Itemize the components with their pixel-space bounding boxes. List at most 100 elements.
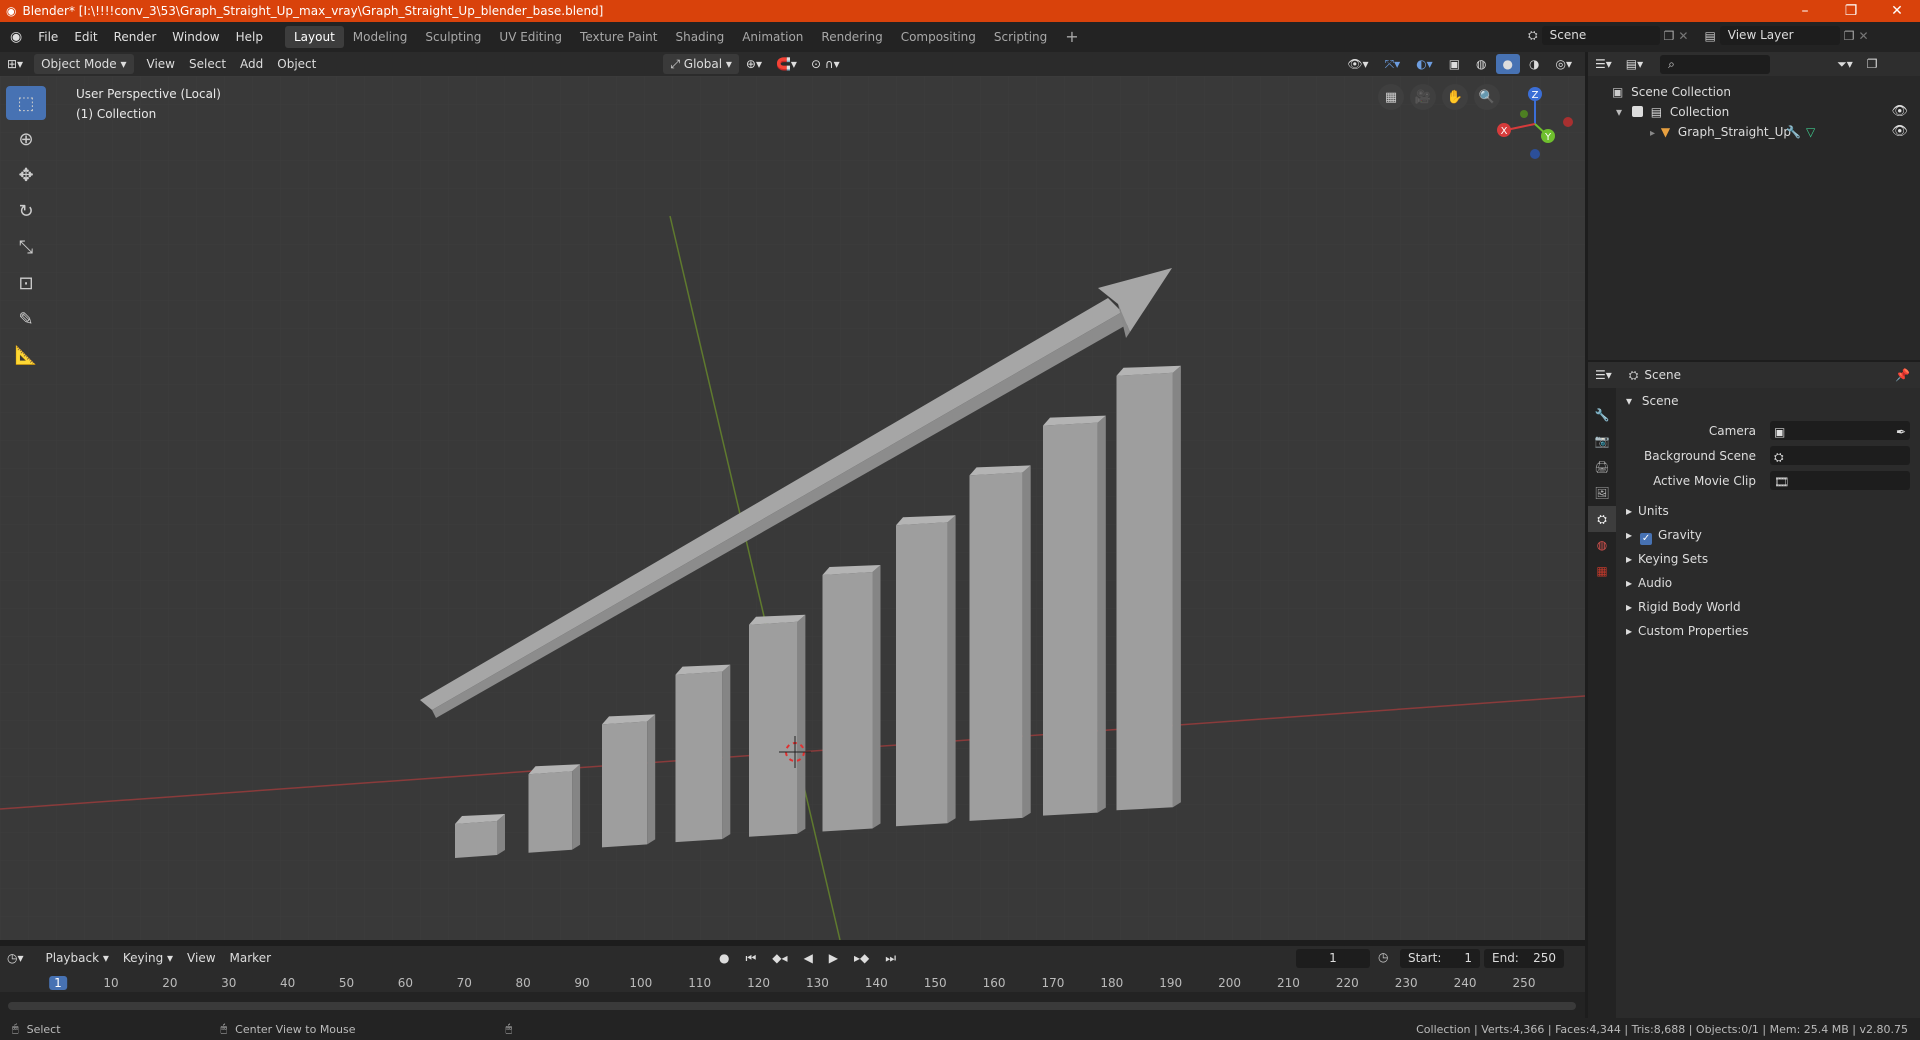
gravity-checkbox[interactable]: ✓ bbox=[1640, 533, 1653, 545]
eyedropper-icon[interactable]: ✒ bbox=[1896, 421, 1906, 443]
view-layer-icon[interactable]: ▤ bbox=[1704, 29, 1715, 43]
expand-arrow-icon[interactable]: ▸ bbox=[1626, 552, 1632, 566]
world-tab-icon[interactable]: ◍ bbox=[1588, 532, 1616, 558]
transform-orientation-selector[interactable]: ⤢ Global ▾ bbox=[663, 54, 739, 74]
toggle-grid-icon[interactable]: ▦ bbox=[1378, 84, 1404, 110]
bar-7[interactable] bbox=[896, 515, 956, 827]
render-tab-icon[interactable]: 📷 bbox=[1588, 428, 1616, 454]
timeline-editor-type-button[interactable]: ◷▾ bbox=[0, 948, 31, 968]
proportional-edit-icon[interactable]: ⊙ ∩▾ bbox=[804, 54, 847, 74]
start-frame-field[interactable]: Start: 1 bbox=[1400, 949, 1480, 968]
menu-edit[interactable]: Edit bbox=[66, 26, 105, 48]
end-frame-field[interactable]: End: 250 bbox=[1484, 949, 1564, 968]
prev-keyframe-icon[interactable]: ◆◂ bbox=[765, 948, 794, 968]
editor-type-button[interactable]: ⊞▾ bbox=[0, 54, 30, 74]
tab-animation[interactable]: Animation bbox=[733, 26, 812, 48]
collapse-arrow-icon[interactable]: ▾ bbox=[1626, 394, 1632, 408]
minimize-button[interactable]: – bbox=[1782, 0, 1828, 22]
wireframe-shading-icon[interactable]: ◍ bbox=[1469, 54, 1493, 74]
menu-window[interactable]: Window bbox=[164, 26, 227, 48]
expand-arrow-icon[interactable]: ▸ bbox=[1626, 600, 1632, 614]
viewport-scene[interactable] bbox=[0, 76, 1585, 940]
bar-10[interactable] bbox=[1116, 365, 1181, 811]
menu-view[interactable]: View bbox=[140, 54, 182, 74]
new-scene-icon[interactable]: ❐ bbox=[1664, 29, 1675, 43]
record-icon[interactable]: ● bbox=[712, 948, 736, 968]
object-visibility-eye-icon[interactable]: 👁 bbox=[1891, 122, 1908, 142]
mesh-data-icon[interactable]: ▽ bbox=[1806, 122, 1815, 142]
neg-y-gizmo-icon[interactable] bbox=[1520, 110, 1528, 118]
add-workspace-button[interactable]: + bbox=[1056, 26, 1087, 48]
bar-9[interactable] bbox=[1043, 415, 1106, 816]
collection-visibility-eye-icon[interactable]: 👁 bbox=[1891, 102, 1908, 122]
scene-selector[interactable]: Scene bbox=[1541, 26, 1660, 45]
measure-tool-icon[interactable]: 📐 bbox=[6, 338, 46, 372]
restore-button[interactable]: ❐ bbox=[1828, 0, 1874, 22]
keying-menu[interactable]: Keying ▾ bbox=[116, 948, 180, 968]
blender-menu-icon[interactable]: ◉ bbox=[0, 29, 30, 45]
expand-arrow-icon[interactable]: ▸ bbox=[1626, 624, 1632, 638]
expand-arrow-icon[interactable]: ▾ bbox=[1616, 105, 1622, 119]
tab-sculpting[interactable]: Sculpting bbox=[416, 26, 490, 48]
units-section[interactable]: ▸ Units bbox=[1620, 500, 1916, 522]
3d-viewport[interactable] bbox=[0, 76, 1585, 940]
pan-hand-icon[interactable]: ✋ bbox=[1442, 84, 1468, 110]
outliner-object-row[interactable]: ▸ ▼ Graph_Straight_Up 🔧 ▽ 👁 bbox=[1588, 122, 1920, 142]
camera-view-icon[interactable]: 🎥 bbox=[1410, 84, 1436, 110]
tab-rendering[interactable]: Rendering bbox=[812, 26, 891, 48]
overlay-toggle-icon[interactable]: ◐▾ bbox=[1409, 54, 1440, 74]
neg-z-gizmo-icon[interactable] bbox=[1530, 149, 1540, 159]
properties-editor-type-button[interactable]: ☰▾ bbox=[1588, 365, 1619, 385]
outliner-collection-row[interactable]: ▾ ▤ Collection 👁 bbox=[1588, 102, 1920, 122]
outliner-search-input[interactable]: ⌕ bbox=[1660, 54, 1771, 74]
tab-scripting[interactable]: Scripting bbox=[985, 26, 1056, 48]
xray-icon[interactable]: ▣ bbox=[1442, 54, 1467, 74]
new-view-layer-icon[interactable]: ❐ bbox=[1844, 29, 1855, 43]
navigation-gizmo[interactable]: Z X Y bbox=[1490, 84, 1580, 164]
scene-icon[interactable]: ⛭ bbox=[1528, 28, 1538, 43]
rigid-body-world-section[interactable]: ▸ Rigid Body World bbox=[1620, 596, 1916, 618]
custom-properties-section[interactable]: ▸ Custom Properties bbox=[1620, 620, 1916, 642]
bar-8[interactable] bbox=[969, 465, 1031, 821]
playback-menu[interactable]: Playback ▾ bbox=[39, 948, 116, 968]
output-tab-icon[interactable]: 🖨 bbox=[1588, 454, 1616, 480]
bar-6[interactable] bbox=[822, 565, 881, 832]
timeline-area[interactable]: 1 10 20 30 40 50 60 70 80 90 100 110 120 130 140 150 160… bbox=[0, 970, 1585, 1018]
modifier-icon[interactable]: 🔧 bbox=[1786, 122, 1801, 142]
jump-end-icon[interactable]: ⏭ bbox=[878, 948, 903, 968]
next-keyframe-icon[interactable]: ▸◆ bbox=[847, 948, 876, 968]
display-mode-button[interactable]: ▤▾ bbox=[1619, 54, 1650, 74]
annotate-tool-icon[interactable]: ✎ bbox=[6, 302, 46, 336]
rotate-tool-icon[interactable]: ↻ bbox=[6, 194, 46, 228]
pin-icon[interactable]: 📌 bbox=[1895, 368, 1910, 382]
menu-object[interactable]: Object bbox=[270, 54, 323, 74]
bar-2[interactable] bbox=[528, 764, 581, 853]
view-layer-selector[interactable]: View Layer bbox=[1719, 26, 1840, 45]
visibility-icon[interactable]: 👁▾ bbox=[1340, 54, 1375, 74]
timeline-view-menu[interactable]: View bbox=[180, 948, 222, 968]
camera-field[interactable]: ▣ ✒ bbox=[1770, 421, 1910, 440]
material-shading-icon[interactable]: ◑ bbox=[1522, 54, 1546, 74]
play-icon[interactable]: ▶ bbox=[822, 948, 845, 968]
texture-tab-icon[interactable]: ▦ bbox=[1588, 558, 1616, 584]
view-layer-tab-icon[interactable]: 🖼 bbox=[1588, 480, 1616, 506]
select-box-tool-icon[interactable]: ⬚ bbox=[6, 86, 46, 120]
collection-checkbox[interactable] bbox=[1631, 106, 1643, 117]
outliner-editor-type-button[interactable]: ☰▾ bbox=[1588, 54, 1619, 74]
menu-file[interactable]: File bbox=[30, 26, 66, 48]
scene-tab-icon[interactable]: ⛭ bbox=[1588, 506, 1616, 532]
rendered-shading-icon[interactable]: ◎▾ bbox=[1549, 54, 1580, 74]
expand-arrow-icon[interactable]: ▸ bbox=[1626, 528, 1632, 542]
gizmo-toggle-icon[interactable]: ⤧▾ bbox=[1378, 54, 1408, 74]
tab-compositing[interactable]: Compositing bbox=[892, 26, 985, 48]
close-button[interactable]: ✕ bbox=[1874, 0, 1920, 22]
bar-5[interactable] bbox=[749, 614, 806, 837]
remove-view-layer-icon[interactable]: ✕ bbox=[1859, 29, 1869, 43]
audio-section[interactable]: ▸ Audio bbox=[1620, 572, 1916, 594]
clock-icon[interactable]: ◷ bbox=[1378, 950, 1388, 964]
background-scene-field[interactable]: ⛭ bbox=[1770, 446, 1910, 465]
transform-tool-icon[interactable]: ⊡ bbox=[6, 266, 46, 300]
snap-icon[interactable]: 🧲▾ bbox=[769, 54, 804, 74]
tool-tab-icon[interactable]: 🔧 bbox=[1588, 402, 1616, 428]
play-reverse-icon[interactable]: ◀ bbox=[797, 948, 820, 968]
